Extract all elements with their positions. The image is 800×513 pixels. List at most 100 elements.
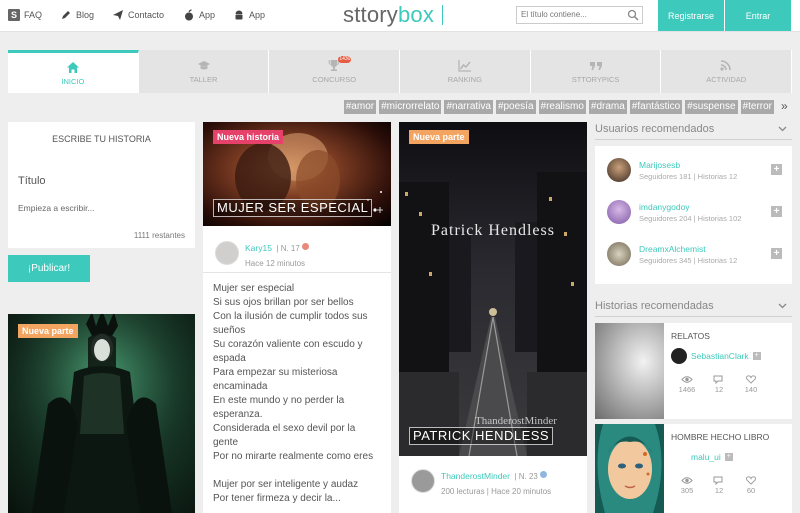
story-title-field[interactable]: Título — [18, 175, 46, 187]
avatar — [671, 348, 687, 364]
chevron-down-icon[interactable] — [777, 300, 788, 314]
excerpt-line: Considerada el sexo devil por la — [213, 423, 356, 434]
line-chart-icon — [458, 60, 471, 72]
excerpt-line: espada — [213, 353, 246, 364]
excerpt-line: Por no mirarte realmente como eres — [213, 451, 374, 462]
comments-icon — [713, 375, 723, 384]
hashtag-narrativa[interactable]: #narrativa — [444, 100, 493, 114]
level-dot-icon — [539, 471, 547, 479]
login-button[interactable]: Entrar — [725, 0, 791, 31]
follow-plus-icon[interactable]: + — [752, 352, 761, 360]
story-author[interactable]: SebastianClark + — [671, 348, 761, 364]
hashtag-terror[interactable]: #terror — [740, 100, 774, 114]
apple-icon — [183, 9, 195, 21]
user-name[interactable]: Marijosesb — [639, 160, 737, 170]
post-time: Hace 12 minutos — [245, 259, 306, 268]
faq-link[interactable]: S FAQ — [8, 9, 42, 21]
avatar — [607, 200, 631, 224]
tab-ranking[interactable]: RANKING — [400, 50, 531, 93]
register-button[interactable]: Registrarse — [658, 0, 724, 31]
blog-link[interactable]: Blog — [60, 9, 94, 21]
contact-link[interactable]: Contacto — [112, 9, 164, 21]
chevron-down-icon[interactable] — [777, 123, 788, 137]
author-level: | N. 23 — [514, 472, 538, 481]
follow-plus-icon[interactable]: + — [771, 248, 782, 259]
eye-icon — [681, 376, 693, 383]
hashtag-poesia[interactable]: #poesía — [495, 100, 536, 114]
hashtag-suspense[interactable]: #suspense — [685, 100, 738, 114]
avatar — [671, 449, 687, 465]
blog-label: Blog — [76, 10, 95, 20]
patrick-image-title: PATRICK HENDLESS — [409, 427, 554, 445]
list-item[interactable]: DreamxAlchemist Seguidores 345 | Histori… — [607, 242, 737, 266]
story-author[interactable]: malu_ui + — [671, 449, 733, 465]
story-card-mujer[interactable]: Nueva historia MUJER SER ESPECIAL Kary15… — [203, 122, 391, 513]
paper-plane-icon — [112, 9, 124, 21]
new-story-label: Nueva historia — [213, 130, 284, 144]
story-excerpt[interactable]: Mujer ser especial Si sus ojos brillan p… — [213, 282, 385, 506]
tab-taller[interactable]: TALLER — [138, 50, 270, 93]
tab-inicio[interactable]: INICIO — [8, 50, 139, 93]
avatar[interactable] — [411, 469, 435, 493]
follow-plus-icon[interactable]: + — [724, 453, 733, 461]
comments-count: 12 — [714, 486, 724, 495]
excerpt-line: sueños — [213, 325, 246, 336]
recommended-users-heading[interactable]: Usuarios recomendados — [595, 123, 792, 135]
story-card-patrick[interactable]: Patrick Hendless ThanderostMinder Nueva … — [399, 122, 587, 513]
search-input[interactable]: El título contiene... — [516, 6, 643, 24]
search-icon[interactable] — [627, 9, 639, 21]
hashtag-amor[interactable]: #amor — [343, 100, 377, 114]
excerpt-line: gente — [213, 437, 239, 448]
author-name[interactable]: Kary15 — [245, 243, 272, 253]
sttorybox-logo[interactable]: sttorybox — [343, 2, 434, 28]
patrick-author-row: ThanderostMinder | N. 23 200 lecturas | … — [411, 466, 551, 496]
excerpt-line: Mujer por ser inteligente y audaz — [213, 479, 359, 490]
story-card-hela[interactable]: Nueva parte — [8, 314, 195, 513]
tab-concurso[interactable]: 1430 CONCURSO — [269, 50, 401, 93]
follow-plus-icon[interactable]: + — [771, 206, 782, 217]
excerpt-line: Para empezar su misteriosa — [213, 367, 338, 378]
write-heading: ESCRIBE TU HISTORIA — [52, 134, 151, 144]
user-stats: Seguidores 204 | Historias 102 — [639, 213, 742, 223]
excerpt-line: esperanza. — [213, 409, 263, 420]
tab-actividad-label: ACTIVIDAD — [706, 75, 747, 84]
story-body-field[interactable]: Empieza a escribir... — [18, 203, 95, 213]
story-cover-image — [595, 424, 664, 513]
write-story-box: ESCRIBE TU HISTORIA Título Empieza a esc… — [8, 122, 195, 248]
excerpt-line: Su corazón valiente con escudo y — [213, 339, 363, 350]
recommended-stories-heading[interactable]: Historias recomendadas — [595, 300, 792, 312]
hashtag-realismo[interactable]: #realismo — [538, 100, 586, 114]
user-stats: Seguidores 181 | Historias 12 — [639, 171, 738, 181]
rss-icon — [720, 60, 731, 71]
follow-plus-icon[interactable]: + — [771, 164, 782, 175]
likes-stat: 60 — [735, 476, 767, 495]
ios-app-link[interactable]: App — [183, 9, 215, 21]
tab-taller-label: TALLER — [189, 75, 218, 84]
user-name[interactable]: imdanygodoy — [639, 202, 741, 212]
mujer-image-title: MUJER SER ESPECIAL — [213, 199, 373, 217]
tab-actividad[interactable]: ACTIVIDAD — [661, 50, 793, 93]
recommended-story-card[interactable]: RELATOS SebastianClark + 1466 12 140 — [595, 323, 792, 419]
hashtag-drama[interactable]: #drama — [588, 100, 627, 114]
android-app-link[interactable]: App — [233, 9, 265, 21]
avatar[interactable] — [215, 241, 239, 265]
excerpt-line: En este mundo y no perder la — [213, 395, 345, 406]
hashtags-more-arrow-icon[interactable]: » — [781, 99, 788, 113]
list-item[interactable]: Marijosesb Seguidores 181 | Historias 12 — [607, 158, 737, 182]
hashtag-fantastico[interactable]: #fantástico — [629, 100, 683, 114]
story-title[interactable]: HOMBRE HECHO LIBRO — [671, 432, 769, 442]
story-cover-image — [595, 323, 664, 419]
quote-icon — [589, 62, 602, 70]
new-part-label: Nueva parte — [409, 130, 469, 144]
hashtag-microrrelato[interactable]: #microrrelato — [379, 100, 442, 114]
android-icon — [233, 9, 245, 21]
publish-button[interactable]: ¡Publicar! — [8, 255, 90, 282]
user-name[interactable]: DreamxAlchemist — [639, 244, 737, 254]
excerpt-line: Si sus ojos brillan por ser bellos — [213, 297, 354, 308]
list-item[interactable]: imdanygodoy Seguidores 204 | Historias 1… — [607, 200, 741, 224]
heart-icon — [745, 476, 757, 485]
recommended-story-card[interactable]: HOMBRE HECHO LIBRO malu_ui + 305 12 60 — [595, 424, 792, 513]
story-title[interactable]: RELATOS — [671, 331, 710, 341]
tab-sttorypics[interactable]: STTORYPICS — [530, 50, 662, 93]
author-name[interactable]: ThanderostMinder — [441, 471, 510, 481]
